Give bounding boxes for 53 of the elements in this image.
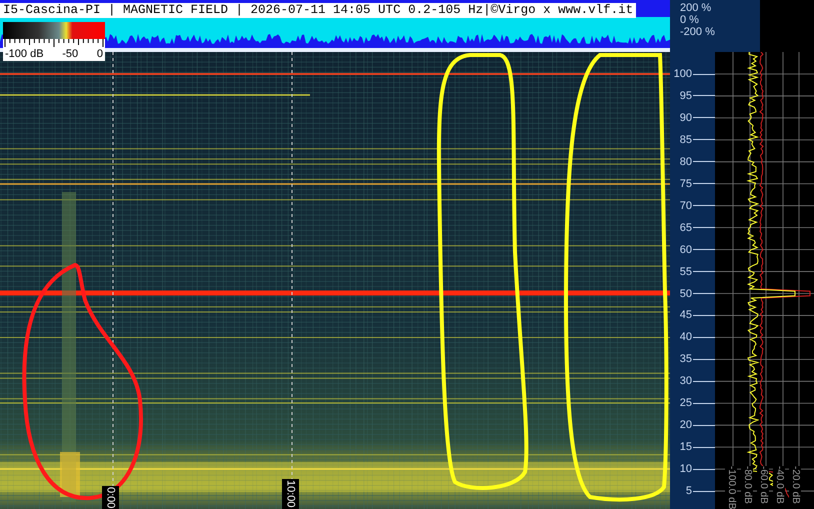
decibel-label: -100.0 dB <box>725 466 737 509</box>
tick-mark <box>693 336 715 338</box>
tick-mark <box>693 468 715 470</box>
tick-mark <box>693 183 715 184</box>
tick-mark <box>693 139 715 140</box>
frequency-label: 85 <box>678 132 692 147</box>
tick-mark <box>693 358 715 360</box>
frequency-label: 25 <box>678 396 692 410</box>
frequency-label: 90 <box>678 110 692 125</box>
frequency-label: 45 <box>678 308 692 322</box>
frequency-label: 70 <box>678 198 692 213</box>
frequency-label: 30 <box>678 374 692 388</box>
frequency-label: 80 <box>678 154 692 169</box>
frequency-label: 65 <box>678 220 692 235</box>
frequency-label: 40 <box>678 330 692 344</box>
frequency-label: 10 <box>678 462 692 476</box>
decibel-label: -40.0 dB <box>773 466 785 509</box>
tick-mark <box>693 446 715 448</box>
scale-label: 0 <box>96 47 103 61</box>
tick-mark <box>693 490 715 492</box>
time-marker: 0:00 <box>102 486 118 509</box>
tick-mark <box>693 161 715 162</box>
frequency-label: 5 <box>684 484 692 498</box>
frequency-label: 95 <box>678 88 692 103</box>
decibel-label: -20.0 dB <box>789 466 801 509</box>
frequency-label: 50 <box>678 286 692 300</box>
title-bar: I5-Cascina-PI | MAGNETIC FIELD | 2026-07-11 14:05 UTC 0.2-105 Hz|©Virgo x www.vlf.it <box>0 3 636 18</box>
tick-mark <box>693 424 715 426</box>
scale-label: -50 <box>62 47 78 61</box>
frequency-label: 100 <box>672 67 692 81</box>
tick-mark <box>693 249 715 250</box>
scale-label: 200 % <box>680 2 712 14</box>
scale-label: 0 % <box>680 14 700 26</box>
decibel-label: -80.0 dB <box>741 466 753 509</box>
decibel-label: -60.0 dB <box>757 466 769 509</box>
tick-mark <box>693 271 715 272</box>
frequency-label: 60 <box>678 242 692 257</box>
frequency-label: 35 <box>678 352 692 366</box>
scale-label: -100 dB <box>5 47 44 61</box>
frequency-label: 75 <box>678 176 692 191</box>
frequency-label: 20 <box>678 418 692 432</box>
tick-mark <box>693 380 715 382</box>
tick-mark <box>693 117 715 118</box>
frequency-label: 15 <box>678 440 692 454</box>
tick-mark <box>693 314 715 316</box>
time-marker: 10:00 <box>282 479 298 509</box>
scale-label: -200 % <box>680 26 716 38</box>
tick-mark <box>693 95 715 96</box>
tick-mark <box>693 293 715 294</box>
tick-mark <box>693 205 715 206</box>
frequency-label: 55 <box>678 264 692 279</box>
tick-mark <box>693 227 715 228</box>
tick-mark <box>693 402 715 404</box>
